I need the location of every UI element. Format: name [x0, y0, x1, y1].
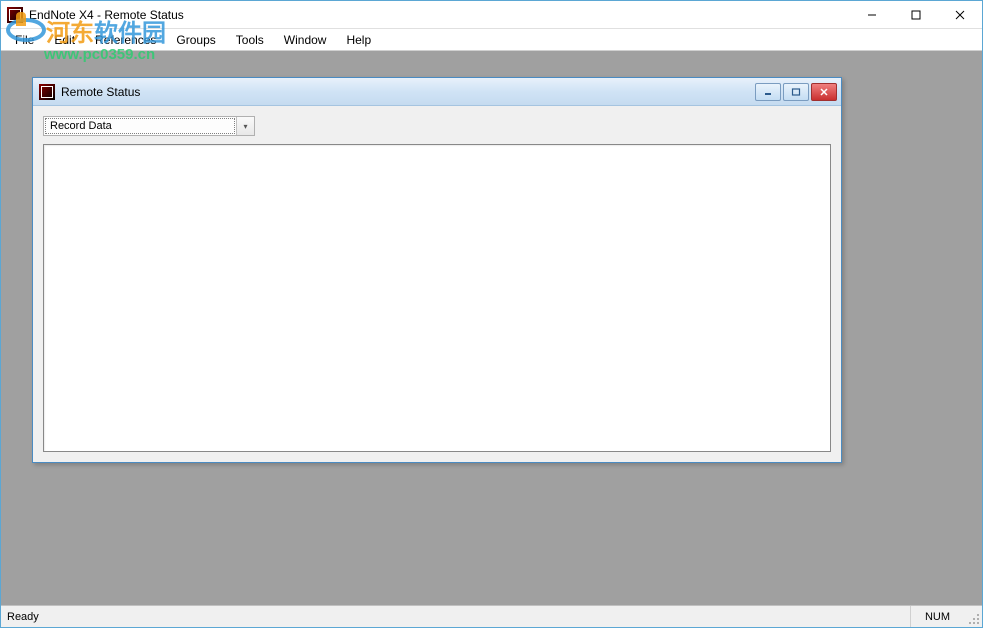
menubar: File Edit References Groups Tools Window… [1, 29, 982, 51]
child-titlebar[interactable]: Remote Status [33, 78, 841, 106]
menu-file[interactable]: File [5, 31, 44, 49]
child-window-title: Remote Status [61, 85, 755, 99]
minimize-button[interactable] [850, 1, 894, 29]
child-window-controls [755, 83, 841, 101]
statusbar: Ready NUM [1, 605, 982, 627]
child-content: Record Data ▾ [33, 106, 841, 462]
child-maximize-button[interactable] [783, 83, 809, 101]
menu-references[interactable]: References [85, 31, 166, 49]
results-area[interactable] [43, 144, 831, 452]
status-ready: Ready [1, 611, 910, 623]
child-app-icon [39, 84, 55, 100]
app-icon [7, 7, 23, 23]
child-close-button[interactable] [811, 83, 837, 101]
record-data-combobox[interactable]: Record Data ▾ [43, 116, 255, 136]
chevron-down-icon: ▾ [236, 117, 254, 135]
remote-status-window: Remote Status Record Data ▾ [32, 77, 842, 463]
status-num: NUM [910, 606, 964, 627]
window-title: EndNote X4 - Remote Status [29, 8, 850, 22]
window-controls [850, 1, 982, 28]
resize-grip[interactable] [964, 606, 982, 627]
close-button[interactable] [938, 1, 982, 29]
main-window: EndNote X4 - Remote Status File Edit Ref… [0, 0, 983, 628]
child-minimize-button[interactable] [755, 83, 781, 101]
menu-tools[interactable]: Tools [226, 31, 274, 49]
menu-edit[interactable]: Edit [44, 31, 85, 49]
menu-window[interactable]: Window [274, 31, 337, 49]
menu-help[interactable]: Help [336, 31, 381, 49]
titlebar[interactable]: EndNote X4 - Remote Status [1, 1, 982, 29]
combobox-value: Record Data [45, 118, 235, 134]
menu-groups[interactable]: Groups [166, 31, 225, 49]
mdi-client-area: Remote Status Record Data ▾ [1, 51, 982, 605]
maximize-button[interactable] [894, 1, 938, 29]
